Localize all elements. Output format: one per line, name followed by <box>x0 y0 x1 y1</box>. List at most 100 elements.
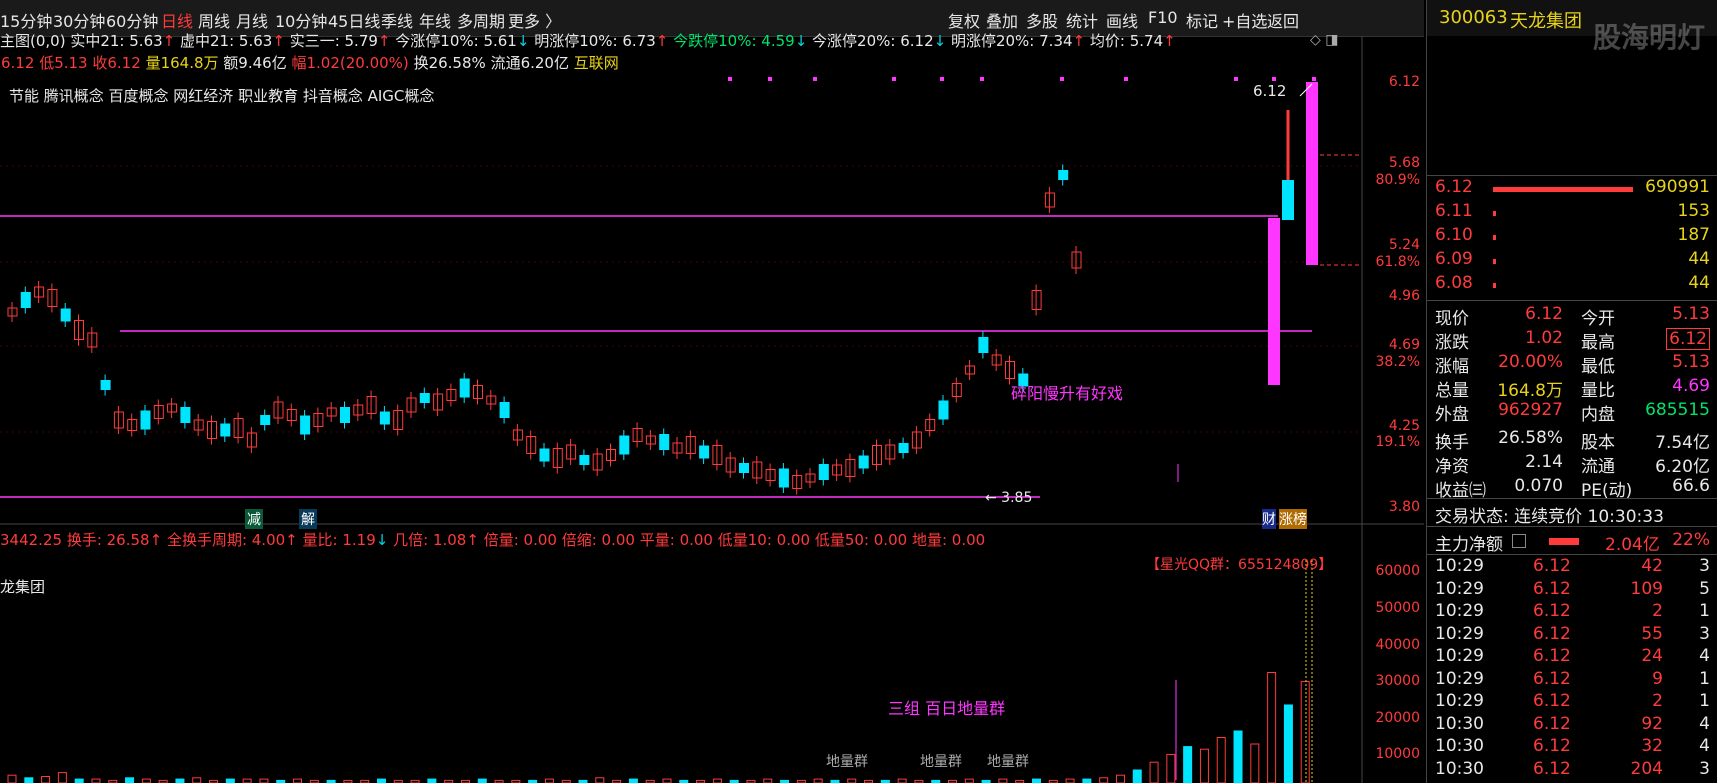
sub-jibei: 几倍: 1.08 <box>393 531 467 549</box>
vol-tick: 60000 <box>1375 563 1420 579</box>
candle-body <box>978 337 989 353</box>
volume-bar <box>712 778 722 783</box>
signal-dot <box>1312 77 1316 81</box>
volume-bar <box>1082 778 1092 783</box>
candle-body <box>858 455 869 469</box>
watermark-logo: 股海明灯 <box>1593 21 1706 54</box>
volume-bar <box>628 778 638 783</box>
main-flow: 主力净额 2.04亿 22% <box>1435 530 1710 555</box>
orderbook-row[interactable]: 6.11 153 <box>1427 201 1717 225</box>
tick-row: 10:29 6.12 24 4 <box>1435 646 1710 666</box>
pct-tick: 80.9% <box>1375 172 1420 188</box>
volume-bar <box>74 778 84 783</box>
signal-dot <box>1234 77 1238 81</box>
stock-code: 300063 <box>1439 7 1508 28</box>
candle-body <box>1282 180 1294 220</box>
stock-name: 天龙集团 <box>1510 11 1582 32</box>
jie-marker[interactable]: 解 <box>299 509 317 529</box>
signal-dot <box>892 77 896 81</box>
tick-row: 10:30 6.12 92 4 <box>1435 713 1710 734</box>
candle-body <box>459 378 470 398</box>
qq-group-note: 【星光QQ群：655124809】 <box>1146 557 1333 573</box>
flow-icon[interactable] <box>1512 534 1526 548</box>
sub-chart-title: 龙集团 <box>0 578 46 596</box>
volume-indicator-row: 3442.25 换手: 26.58↑ 全换手周期: 4.00↑ 量比: 1.19… <box>0 531 986 549</box>
signal-dot <box>1124 77 1128 81</box>
candle-body <box>938 400 949 420</box>
limit-up-bar <box>1306 82 1318 265</box>
volume-bar <box>1250 743 1260 783</box>
candle-body <box>579 455 590 465</box>
volume-bar <box>192 777 202 783</box>
high-price-label: 6.12 <box>1253 82 1287 100</box>
price-tick: 3.80 <box>1388 499 1420 515</box>
orderbook-row[interactable]: 6.10 187 <box>1427 225 1717 249</box>
volume-bar <box>964 778 974 783</box>
volume-bar <box>1149 761 1159 783</box>
candle-body <box>100 380 111 390</box>
low-price-label: ← 3.85 <box>985 490 1033 506</box>
signal-dot <box>1272 77 1276 81</box>
diliang-label: 地量群 <box>987 754 1029 770</box>
sub-index-value: 3442.25 <box>0 531 63 549</box>
zhangbang-marker[interactable]: 涨榜 <box>1279 509 1307 529</box>
signal-dot <box>1060 77 1064 81</box>
vol-tick: 10000 <box>1375 746 1420 762</box>
volume-bar <box>1216 737 1226 783</box>
pct-tick: 38.2% <box>1375 354 1420 370</box>
price-tick: 6.12 <box>1388 74 1420 90</box>
volume-bar <box>544 778 554 783</box>
volume-bar <box>57 772 67 783</box>
jian-marker[interactable]: 减 <box>245 509 263 529</box>
volume-bar <box>477 778 487 783</box>
price-tick: 4.96 <box>1388 288 1420 304</box>
stock-header: 300063 天龙集团 股海明灯 <box>1427 0 1717 54</box>
volume-bar <box>1099 777 1109 783</box>
candle-body <box>619 435 630 455</box>
volume-bar <box>595 777 605 783</box>
tick-list: 10:29 6.12 42 3 10:29 6.12 109 5 10:29 6.12 2 1 1… <box>1427 556 1717 783</box>
slow-rise-note: 碎阳慢升有好戏 <box>1011 384 1124 403</box>
tick-row: 10:29 6.12 109 5 <box>1435 578 1710 599</box>
diliang-label: 地量群 <box>826 754 868 770</box>
orderbook-row[interactable]: 6.08 44 <box>1427 273 1717 297</box>
candle-body <box>260 415 271 425</box>
vol-tick: 40000 <box>1375 637 1420 653</box>
orderbook-row[interactable]: 6.09 44 <box>1427 249 1717 273</box>
volume-bar <box>998 778 1008 783</box>
signal-dot <box>980 77 984 81</box>
volume-bar <box>427 778 437 783</box>
cai-marker[interactable]: 财 <box>1262 509 1276 529</box>
volume-bar <box>24 777 34 783</box>
sub-beisuo: 倍缩: 0.00 <box>561 531 635 549</box>
volume-bar <box>813 778 823 783</box>
volume-bar <box>1132 769 1142 783</box>
candle-body <box>659 434 670 450</box>
tick-row: 10:29 6.12 42 3 <box>1435 556 1710 576</box>
candle-body <box>220 423 231 437</box>
tick-row: 10:29 6.12 2 1 <box>1435 691 1710 711</box>
limit-up-bar <box>1268 218 1280 385</box>
price-tick: 5.68 <box>1388 155 1420 171</box>
vol-tick: 20000 <box>1375 710 1420 726</box>
vol-tick: 30000 <box>1375 673 1420 689</box>
volume-bar <box>662 778 672 783</box>
volume-bar <box>376 778 386 783</box>
candle-body <box>140 410 151 430</box>
volume-bar <box>225 778 235 783</box>
signal-dot <box>768 77 772 81</box>
candle-body <box>499 402 510 418</box>
candle-body <box>539 448 550 462</box>
kline-chart[interactable] <box>0 0 1424 783</box>
orderbook-row[interactable]: 6.12 690991 <box>1427 177 1717 201</box>
candle-body <box>778 468 789 488</box>
tick-row: 10:30 6.12 204 3 <box>1435 758 1710 779</box>
volume-bar <box>1199 748 1209 783</box>
volume-bar <box>242 778 252 783</box>
candle-body <box>419 393 430 403</box>
sub-quanhuan: 全换手周期: 4.00 <box>166 531 286 549</box>
candle-body <box>1058 170 1069 180</box>
sub-diliang50: 低量50: 0.00 <box>814 531 908 549</box>
volume-bar <box>125 777 135 783</box>
signal-dot <box>813 77 817 81</box>
